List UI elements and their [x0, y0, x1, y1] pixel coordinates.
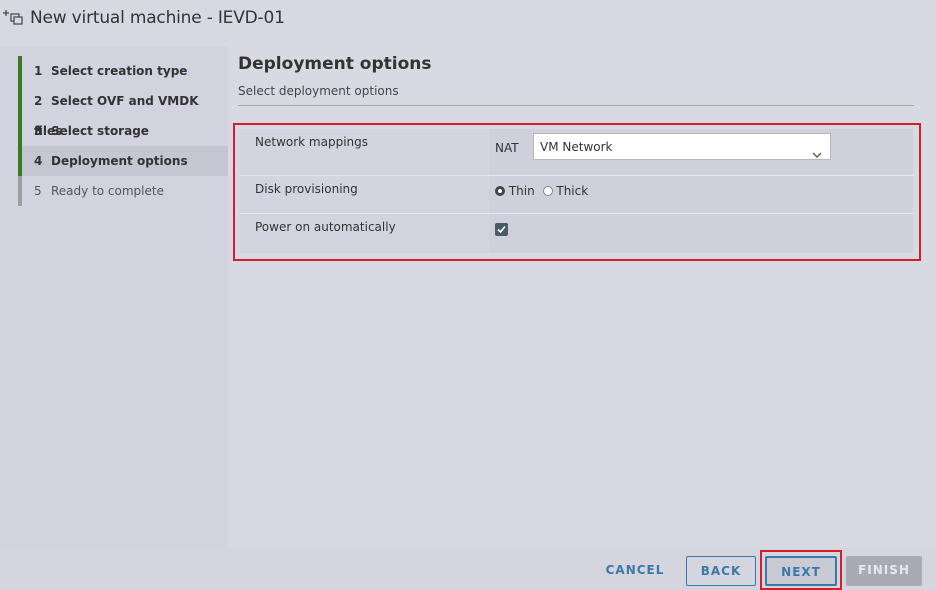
divider — [238, 105, 914, 106]
step-label: Ready to complete — [51, 184, 164, 198]
step-progress-bar — [18, 56, 22, 86]
step-select-storage[interactable]: 3 Select storage — [18, 116, 228, 146]
wizard-steps: 1 Select creation type 2 Select OVF and VM… — [0, 46, 228, 548]
step-ready-to-complete[interactable]: 5 Ready to complete — [18, 176, 228, 206]
step-label: Deployment options — [51, 154, 188, 168]
cancel-button[interactable]: CANCEL — [596, 556, 674, 586]
next-button[interactable]: NEXT — [765, 556, 837, 586]
page-subtitle: Select deployment options — [238, 84, 399, 98]
step-select-ovf-vmdk[interactable]: 2 Select OVF and VMDK files — [18, 86, 228, 138]
step-number: 1 — [34, 64, 43, 78]
step-progress-bar — [18, 146, 22, 176]
finish-button[interactable]: FINISH — [846, 556, 922, 586]
step-progress-bar — [18, 86, 22, 116]
window-title: New virtual machine - IEVD-01 — [30, 8, 285, 28]
step-number: 4 — [34, 154, 43, 168]
step-progress-bar — [18, 176, 22, 206]
page-title: Deployment options — [238, 54, 432, 74]
options-highlight-outline — [233, 123, 921, 261]
step-label: Select creation type — [51, 64, 188, 78]
title-bar: New virtual machine - IEVD-01 — [0, 0, 936, 44]
step-deployment-options[interactable]: 4 Deployment options — [18, 146, 228, 176]
back-button[interactable]: BACK — [686, 556, 756, 586]
new-vm-icon — [2, 8, 24, 28]
step-label: Select storage — [51, 124, 149, 138]
step-select-creation-type[interactable]: 1 Select creation type — [18, 56, 228, 86]
step-number: 2 — [34, 94, 43, 108]
step-number: 3 — [34, 124, 43, 138]
step-number: 5 — [34, 184, 42, 198]
step-progress-bar — [18, 116, 22, 146]
